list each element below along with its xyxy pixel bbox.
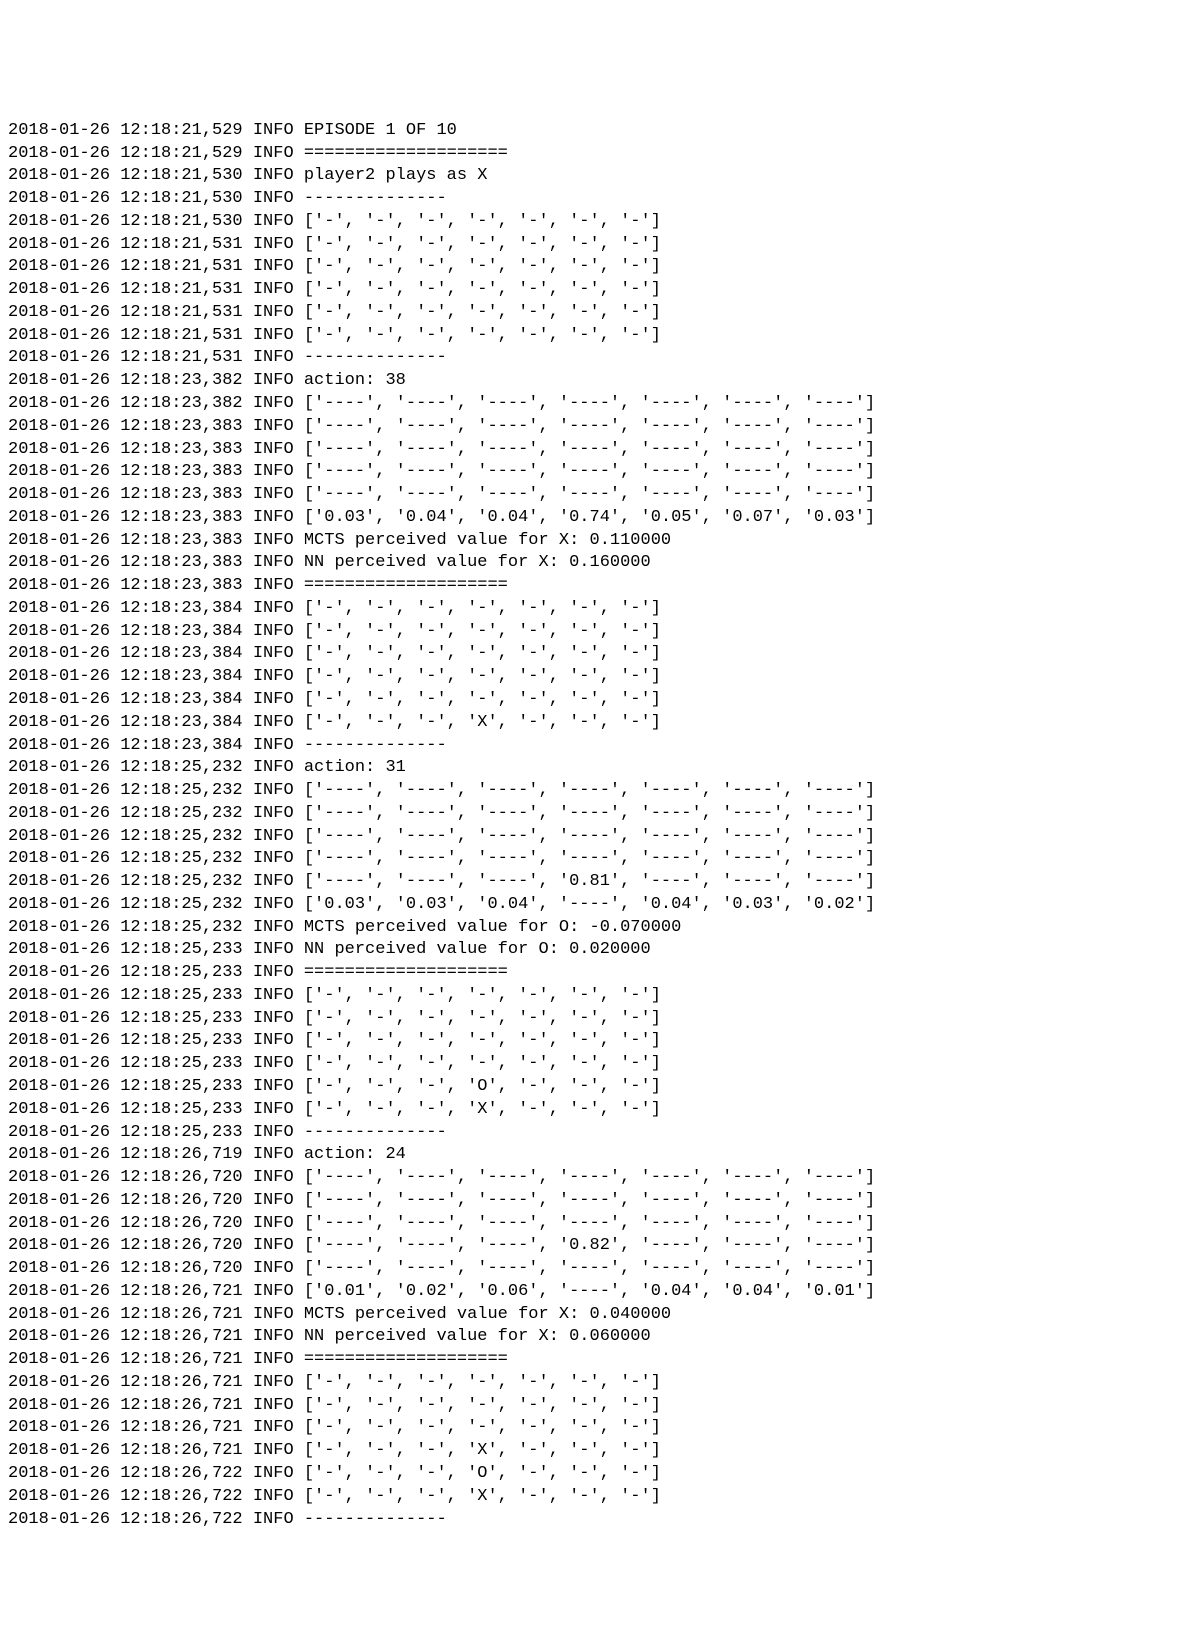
log-line: 2018-01-26 12:18:26,721 INFO ['0.01', '0…: [8, 1281, 1178, 1304]
log-line: 2018-01-26 12:18:26,721 INFO ['-', '-', …: [8, 1395, 1178, 1418]
log-line: 2018-01-26 12:18:25,233 INFO ['-', '-', …: [8, 1030, 1178, 1053]
log-line: 2018-01-26 12:18:23,384 INFO -----------…: [8, 735, 1178, 758]
log-line: 2018-01-26 12:18:26,722 INFO ['-', '-', …: [8, 1486, 1178, 1509]
log-line: 2018-01-26 12:18:23,383 INFO ['0.03', '0…: [8, 507, 1178, 530]
log-line: 2018-01-26 12:18:26,720 INFO ['----', '-…: [8, 1258, 1178, 1281]
log-line: 2018-01-26 12:18:26,721 INFO ['-', '-', …: [8, 1440, 1178, 1463]
log-line: 2018-01-26 12:18:25,233 INFO ['-', '-', …: [8, 985, 1178, 1008]
log-line: 2018-01-26 12:18:21,529 INFO EPISODE 1 O…: [8, 120, 1178, 143]
log-line: 2018-01-26 12:18:21,531 INFO ['-', '-', …: [8, 302, 1178, 325]
log-line: 2018-01-26 12:18:26,721 INFO ['-', '-', …: [8, 1417, 1178, 1440]
log-line: 2018-01-26 12:18:26,721 INFO MCTS percei…: [8, 1304, 1178, 1327]
log-line: 2018-01-26 12:18:21,531 INFO ['-', '-', …: [8, 256, 1178, 279]
log-line: 2018-01-26 12:18:25,232 INFO ['0.03', '0…: [8, 894, 1178, 917]
log-line: 2018-01-26 12:18:25,233 INFO ['-', '-', …: [8, 1099, 1178, 1122]
log-line: 2018-01-26 12:18:26,720 INFO ['----', '-…: [8, 1213, 1178, 1236]
log-line: 2018-01-26 12:18:23,383 INFO ['----', '-…: [8, 439, 1178, 462]
log-line: 2018-01-26 12:18:23,384 INFO ['-', '-', …: [8, 689, 1178, 712]
log-line: 2018-01-26 12:18:23,384 INFO ['-', '-', …: [8, 666, 1178, 689]
log-line: 2018-01-26 12:18:26,720 INFO ['----', '-…: [8, 1167, 1178, 1190]
log-line: 2018-01-26 12:18:23,383 INFO MCTS percei…: [8, 530, 1178, 553]
log-line: 2018-01-26 12:18:25,233 INFO NN perceive…: [8, 939, 1178, 962]
log-line: 2018-01-26 12:18:25,233 INFO -----------…: [8, 1122, 1178, 1145]
log-line: 2018-01-26 12:18:21,531 INFO ['-', '-', …: [8, 234, 1178, 257]
log-line: 2018-01-26 12:18:23,384 INFO ['-', '-', …: [8, 643, 1178, 666]
log-line: 2018-01-26 12:18:21,531 INFO ['-', '-', …: [8, 325, 1178, 348]
log-line: 2018-01-26 12:18:25,232 INFO action: 31: [8, 757, 1178, 780]
log-line: 2018-01-26 12:18:21,529 INFO ===========…: [8, 143, 1178, 166]
log-line: 2018-01-26 12:18:25,232 INFO ['----', '-…: [8, 826, 1178, 849]
log-line: 2018-01-26 12:18:25,233 INFO ===========…: [8, 962, 1178, 985]
log-line: 2018-01-26 12:18:23,383 INFO ['----', '-…: [8, 461, 1178, 484]
log-line: 2018-01-26 12:18:25,232 INFO ['----', '-…: [8, 803, 1178, 826]
log-line: 2018-01-26 12:18:26,721 INFO ===========…: [8, 1349, 1178, 1372]
log-line: 2018-01-26 12:18:25,233 INFO ['-', '-', …: [8, 1053, 1178, 1076]
log-line: 2018-01-26 12:18:26,722 INFO ['-', '-', …: [8, 1463, 1178, 1486]
log-line: 2018-01-26 12:18:26,721 INFO NN perceive…: [8, 1326, 1178, 1349]
log-line: 2018-01-26 12:18:21,530 INFO player2 pla…: [8, 165, 1178, 188]
log-line: 2018-01-26 12:18:25,232 INFO ['----', '-…: [8, 848, 1178, 871]
log-line: 2018-01-26 12:18:26,722 INFO -----------…: [8, 1509, 1178, 1532]
log-line: 2018-01-26 12:18:23,384 INFO ['-', '-', …: [8, 598, 1178, 621]
log-line: 2018-01-26 12:18:25,232 INFO ['----', '-…: [8, 780, 1178, 803]
log-line: 2018-01-26 12:18:25,233 INFO ['-', '-', …: [8, 1008, 1178, 1031]
log-line: 2018-01-26 12:18:26,720 INFO ['----', '-…: [8, 1190, 1178, 1213]
log-line: 2018-01-26 12:18:23,384 INFO ['-', '-', …: [8, 712, 1178, 735]
log-line: 2018-01-26 12:18:21,530 INFO -----------…: [8, 188, 1178, 211]
log-line: 2018-01-26 12:18:23,383 INFO NN perceive…: [8, 552, 1178, 575]
log-line: 2018-01-26 12:18:23,382 INFO action: 38: [8, 370, 1178, 393]
log-output: 2018-01-26 12:18:21,529 INFO EPISODE 1 O…: [0, 114, 1186, 1531]
log-line: 2018-01-26 12:18:25,232 INFO MCTS percei…: [8, 917, 1178, 940]
log-line: 2018-01-26 12:18:23,383 INFO ['----', '-…: [8, 484, 1178, 507]
log-line: 2018-01-26 12:18:21,530 INFO ['-', '-', …: [8, 211, 1178, 234]
log-line: 2018-01-26 12:18:21,531 INFO -----------…: [8, 347, 1178, 370]
log-line: 2018-01-26 12:18:23,383 INFO ===========…: [8, 575, 1178, 598]
log-line: 2018-01-26 12:18:23,384 INFO ['-', '-', …: [8, 621, 1178, 644]
log-line: 2018-01-26 12:18:26,721 INFO ['-', '-', …: [8, 1372, 1178, 1395]
log-line: 2018-01-26 12:18:21,531 INFO ['-', '-', …: [8, 279, 1178, 302]
log-line: 2018-01-26 12:18:26,720 INFO ['----', '-…: [8, 1235, 1178, 1258]
log-line: 2018-01-26 12:18:23,383 INFO ['----', '-…: [8, 416, 1178, 439]
log-line: 2018-01-26 12:18:25,232 INFO ['----', '-…: [8, 871, 1178, 894]
log-line: 2018-01-26 12:18:25,233 INFO ['-', '-', …: [8, 1076, 1178, 1099]
log-line: 2018-01-26 12:18:26,719 INFO action: 24: [8, 1144, 1178, 1167]
log-line: 2018-01-26 12:18:23,382 INFO ['----', '-…: [8, 393, 1178, 416]
